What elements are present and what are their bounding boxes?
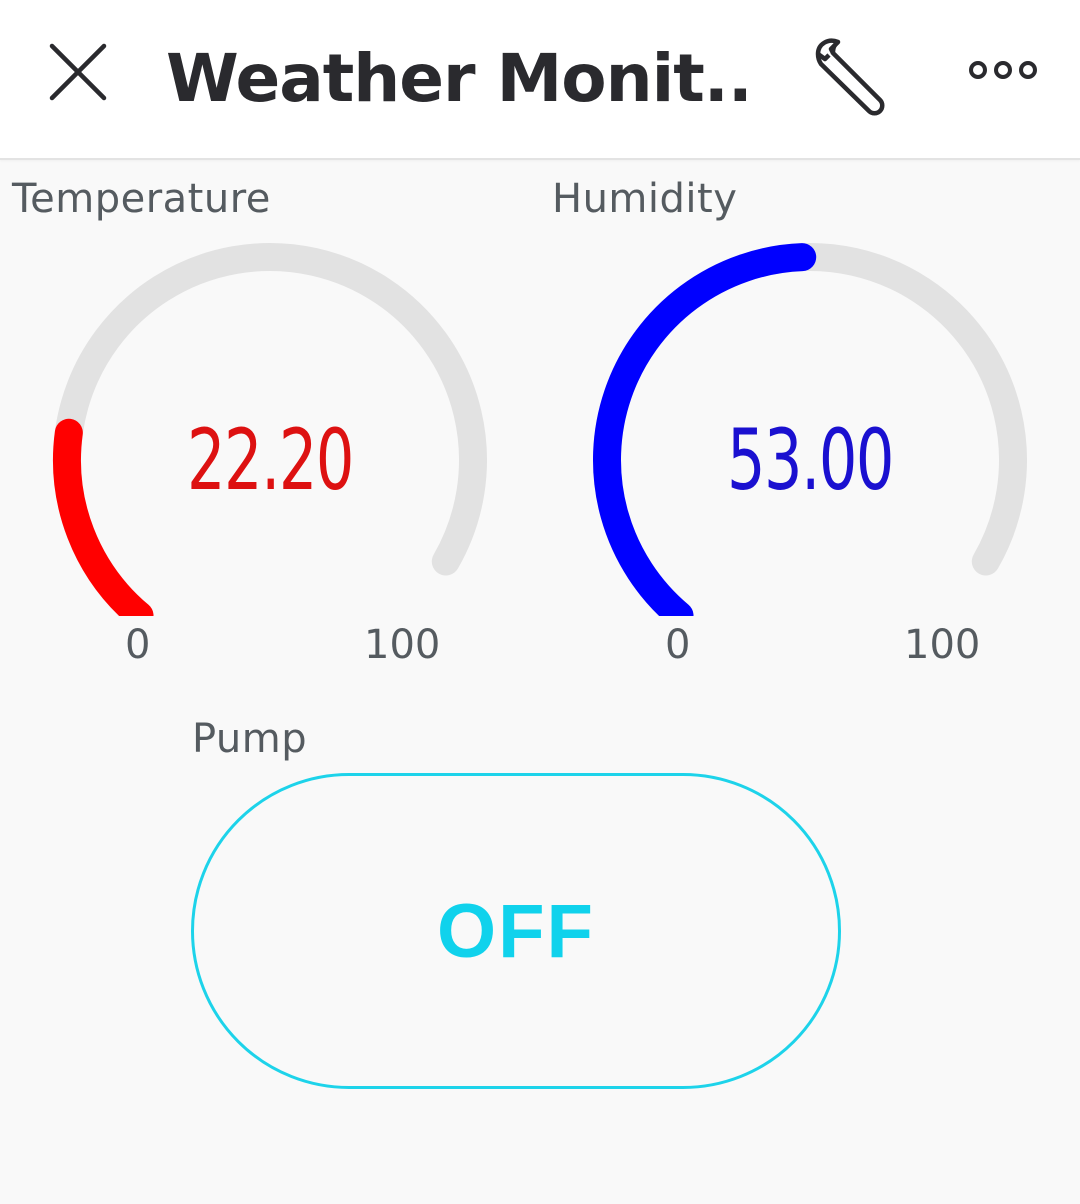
settings-button[interactable] xyxy=(800,26,900,122)
humidity-max-label: 100 xyxy=(904,622,981,668)
close-button[interactable] xyxy=(30,26,126,122)
more-options-button[interactable] xyxy=(956,36,1052,108)
humidity-gauge: 53.00 xyxy=(585,236,1035,616)
temperature-max-label: 100 xyxy=(364,622,441,668)
humidity-value: 53.00 xyxy=(727,411,894,509)
more-icon xyxy=(969,61,1037,79)
humidity-label: Humidity xyxy=(552,176,738,222)
temperature-label: Temperature xyxy=(12,176,271,222)
temperature-value: 22.20 xyxy=(187,411,354,509)
wrench-icon xyxy=(815,38,885,116)
pump-state-label: OFF xyxy=(437,888,595,974)
page-title: Weather Monit... xyxy=(166,40,746,117)
app-header: Weather Monit... xyxy=(0,0,1080,160)
humidity-min-label: 0 xyxy=(665,622,691,668)
temperature-min-label: 0 xyxy=(125,622,151,668)
pump-toggle-button[interactable]: OFF xyxy=(191,773,841,1089)
temperature-gauge: 22.20 xyxy=(45,236,495,616)
pump-label: Pump xyxy=(192,716,308,762)
close-icon xyxy=(49,43,107,101)
